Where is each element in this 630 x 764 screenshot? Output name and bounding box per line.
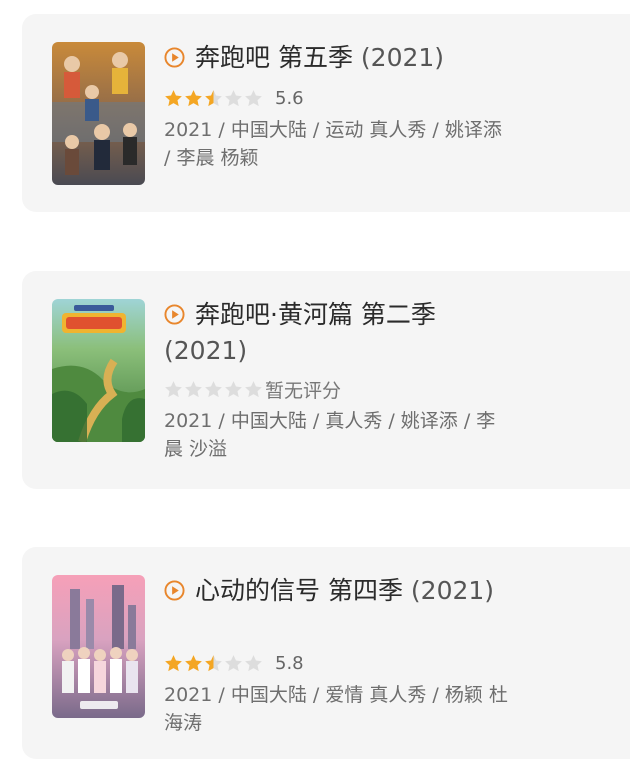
poster-image[interactable] xyxy=(52,575,145,718)
star-icon xyxy=(185,380,202,397)
star-icon xyxy=(225,89,242,106)
star-rating xyxy=(164,380,263,399)
show-year: (2021) xyxy=(410,576,495,605)
show-meta: 2021 / 中国大陆 / 运动 真人秀 / 姚译添 / 李晨 杨颖 xyxy=(164,119,502,169)
star-icon xyxy=(165,380,182,397)
rating-score: 5.6 xyxy=(275,87,304,109)
rating-score: 5.8 xyxy=(275,652,304,674)
rating-row: 暂无评分 xyxy=(164,377,342,402)
show-title[interactable]: 奔跑吧 第五季 xyxy=(195,43,353,72)
star-icon xyxy=(185,654,202,671)
play-circle-icon xyxy=(164,580,185,601)
star-icon xyxy=(245,380,262,397)
star-rating xyxy=(164,89,263,108)
show-title[interactable]: 奔跑吧·黄河篇 第二季 xyxy=(195,300,436,329)
star-icon xyxy=(185,89,202,106)
star-icon xyxy=(225,380,242,397)
star-icon xyxy=(205,654,222,671)
star-icon xyxy=(205,89,222,106)
show-card[interactable]: 心动的信号 第四季 (2021) 5.8 2021 / 中国大陆 / 爱情 真人… xyxy=(22,547,630,759)
title-row[interactable]: 奔跑吧 第五季 (2021) xyxy=(164,40,524,76)
show-year: (2021) xyxy=(164,336,248,365)
poster-image[interactable] xyxy=(52,299,145,442)
star-rating xyxy=(164,654,263,673)
star-icon xyxy=(245,89,262,106)
star-icon xyxy=(165,89,182,106)
title-row[interactable]: 心动的信号 第四季 (2021) xyxy=(164,573,524,609)
star-icon xyxy=(165,654,182,671)
rating-row: 5.8 xyxy=(164,651,304,675)
star-icon xyxy=(205,380,222,397)
poster-image[interactable] xyxy=(52,42,145,185)
play-circle-icon xyxy=(164,47,185,68)
show-card[interactable]: 奔跑吧 第五季 (2021) 5.6 2021 / 中国大陆 / 运动 真人秀 … xyxy=(22,14,630,212)
show-meta: 2021 / 中国大陆 / 真人秀 / 姚译添 / 李晨 沙溢 xyxy=(164,410,496,460)
star-icon xyxy=(245,654,262,671)
show-title[interactable]: 心动的信号 第四季 xyxy=(195,576,403,605)
title-row[interactable]: 奔跑吧·黄河篇 第二季 (2021) xyxy=(164,297,524,369)
play-circle-icon xyxy=(164,304,185,325)
star-icon xyxy=(225,654,242,671)
show-card[interactable]: 奔跑吧·黄河篇 第二季 (2021) 暂无评分 2021 / 中国大陆 / 真人… xyxy=(22,271,630,489)
rating-row: 5.6 xyxy=(164,86,304,110)
no-rating-label: 暂无评分 xyxy=(265,379,342,402)
show-year: (2021) xyxy=(360,43,445,72)
show-meta: 2021 / 中国大陆 / 爱情 真人秀 / 杨颖 杜海涛 xyxy=(164,684,508,734)
